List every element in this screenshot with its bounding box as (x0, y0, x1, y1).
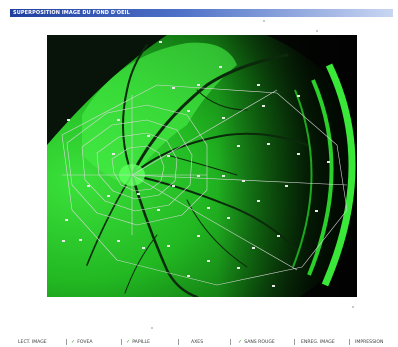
papille-label: PAPILLE (132, 339, 150, 345)
fovea-label: FOVEA (77, 339, 93, 345)
papille-toggle[interactable]: ✓ PAPILLE (126, 338, 150, 346)
toolbar-separator (349, 339, 350, 345)
toolbar-separator (66, 339, 67, 345)
papille-check-icon: ✓ (126, 339, 131, 345)
toolbar-separator (230, 339, 231, 345)
select-image-label: LECT. IMAGE (18, 339, 47, 345)
select-image-button[interactable]: LECT. IMAGE (18, 338, 47, 346)
save-image-button[interactable]: ENREG. IMAGE (301, 338, 335, 346)
toolbar-separator (294, 339, 295, 345)
fovea-toggle[interactable]: ✓ FOVEA (71, 338, 93, 346)
sans-rouge-toggle[interactable]: ✓ SANS ROUGE (238, 338, 275, 346)
toolbar-separator (121, 339, 122, 345)
sans-rouge-label: SANS ROUGE (244, 339, 275, 345)
print-label: IMPRESSION (355, 339, 384, 345)
fundus-image[interactable] (47, 35, 357, 297)
axes-toggle[interactable]: AXES (191, 338, 203, 346)
window-title: SUPERPOSITION IMAGE DU FOND D'OEIL (13, 10, 130, 16)
print-button[interactable]: IMPRESSION (355, 338, 383, 346)
toolbar-separator (178, 339, 179, 345)
sans-rouge-check-icon: ✓ (238, 339, 243, 345)
fovea-check-icon: ✓ (71, 339, 76, 345)
title-bar: SUPERPOSITION IMAGE DU FOND D'OEIL (10, 9, 393, 17)
bottom-toolbar: LECT. IMAGE ✓ FOVEA ✓ PAPILLE AXES ✓ SAN… (18, 338, 398, 346)
save-image-label: ENREG. IMAGE (301, 339, 335, 345)
axes-label: AXES (191, 339, 204, 345)
